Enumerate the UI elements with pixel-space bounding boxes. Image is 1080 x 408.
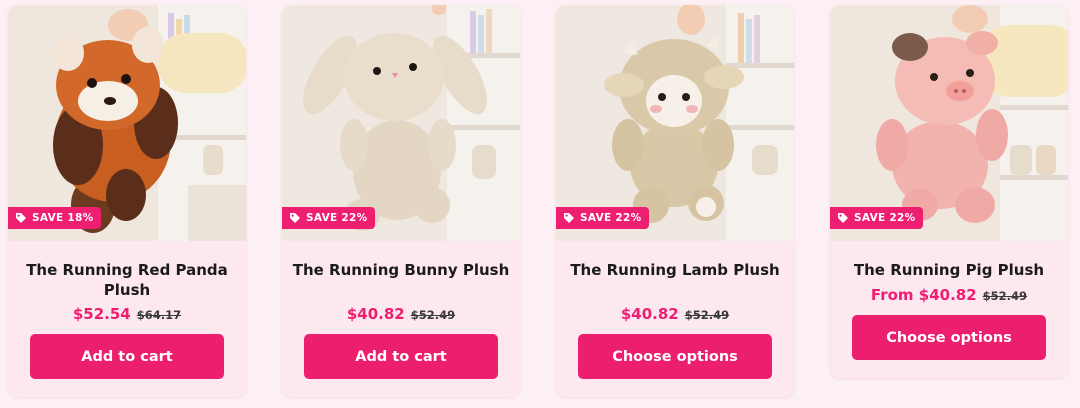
sale-price: $40.82 <box>620 305 679 323</box>
compare-price: $52.49 <box>684 308 730 322</box>
price-row: $40.82 $52.49 <box>556 305 794 323</box>
product-image[interactable]: SAVE 22% <box>556 5 794 241</box>
product-title[interactable]: The Running Red Panda Plush <box>18 260 236 300</box>
discount-badge-label: SAVE 18% <box>32 212 94 224</box>
sale-price: From $40.82 <box>871 286 977 304</box>
choose-options-button[interactable]: Choose options <box>852 315 1046 360</box>
product-image[interactable]: SAVE 22% <box>282 5 520 241</box>
bunny-plush-image <box>282 5 520 241</box>
compare-price: $64.17 <box>136 308 182 322</box>
sale-price: $40.82 <box>346 305 405 323</box>
lamb-plush-image <box>556 5 794 241</box>
product-card[interactable]: SAVE 18% The Running Red Panda Plush $52… <box>8 5 246 397</box>
discount-badge: SAVE 22% <box>830 207 924 229</box>
price-value: $40.82 <box>918 286 977 304</box>
product-card[interactable]: SAVE 22% The Running Lamb Plush $40.82 $… <box>556 5 794 397</box>
discount-badge: SAVE 22% <box>556 207 650 229</box>
price-row: From $40.82 $52.49 <box>830 286 1068 304</box>
add-to-cart-button[interactable]: Add to cart <box>304 334 498 379</box>
discount-badge-label: SAVE 22% <box>854 212 916 224</box>
choose-options-button[interactable]: Choose options <box>578 334 772 379</box>
discount-badge: SAVE 22% <box>282 207 376 229</box>
product-image[interactable]: SAVE 18% <box>8 5 246 241</box>
product-card[interactable]: SAVE 22% The Running Pig Plush From $40.… <box>830 5 1068 378</box>
tag-icon <box>15 212 27 224</box>
product-image[interactable]: SAVE 22% <box>830 5 1068 241</box>
price-prefix: From <box>870 286 914 304</box>
pig-plush-image <box>830 5 1068 241</box>
compare-price: $52.49 <box>982 289 1028 303</box>
price-row: $40.82 $52.49 <box>282 305 520 323</box>
add-to-cart-button[interactable]: Add to cart <box>30 334 224 379</box>
product-card[interactable]: SAVE 22% The Running Bunny Plush $40.82 … <box>282 5 520 397</box>
product-title[interactable]: The Running Pig Plush <box>840 260 1058 280</box>
red-panda-plush-image <box>8 5 246 241</box>
product-title[interactable]: The Running Bunny Plush <box>292 260 510 280</box>
compare-price: $52.49 <box>410 308 456 322</box>
tag-icon <box>289 212 301 224</box>
tag-icon <box>563 212 575 224</box>
discount-badge: SAVE 18% <box>8 207 102 229</box>
product-title[interactable]: The Running Lamb Plush <box>566 260 784 280</box>
tag-icon <box>837 212 849 224</box>
discount-badge-label: SAVE 22% <box>306 212 368 224</box>
sale-price: $52.54 <box>72 305 131 323</box>
discount-badge-label: SAVE 22% <box>580 212 642 224</box>
price-row: $52.54 $64.17 <box>8 305 246 323</box>
product-grid: SAVE 18% The Running Red Panda Plush $52… <box>0 0 1080 408</box>
